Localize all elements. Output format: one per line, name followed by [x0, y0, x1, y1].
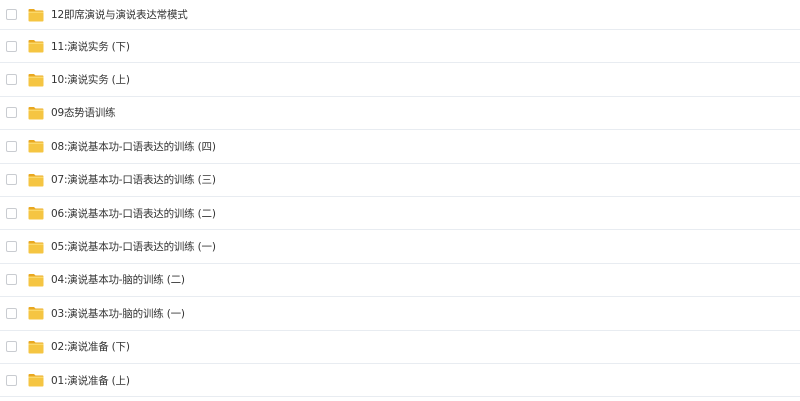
row-checkbox[interactable]: [6, 207, 17, 219]
file-row[interactable]: 12即席演说与演说表达常模式: [0, 0, 800, 30]
file-row[interactable]: 02:演说准备 (下): [0, 331, 800, 364]
row-checkbox[interactable]: [6, 9, 17, 20]
file-row[interactable]: 08:演说基本功-口语表达的训练 (四): [0, 130, 800, 164]
folder-icon: [28, 139, 44, 153]
folder-icon: [28, 273, 44, 287]
folder-icon: [28, 206, 44, 220]
file-row[interactable]: 06:演说基本功-口语表达的训练 (二): [0, 197, 800, 231]
file-name-link[interactable]: 03:演说基本功-脑的训练 (一): [51, 306, 185, 321]
file-row[interactable]: 07:演说基本功-口语表达的训练 (三): [0, 164, 800, 197]
file-name-link[interactable]: 08:演说基本功-口语表达的训练 (四): [51, 139, 216, 154]
file-name-link[interactable]: 09态势语训练: [51, 105, 116, 120]
file-row[interactable]: 05:演说基本功-口语表达的训练 (一): [0, 230, 800, 264]
file-name-link[interactable]: 06:演说基本功-口语表达的训练 (二): [51, 206, 216, 221]
row-checkbox[interactable]: [6, 307, 17, 319]
row-checkbox[interactable]: [6, 274, 17, 286]
row-checkbox[interactable]: [6, 74, 17, 86]
file-list: 12即席演说与演说表达常模式 11:演说实务 (下) 10:演说实务 (上) 09态势…: [0, 0, 800, 401]
file-name-link[interactable]: 11:演说实务 (下): [51, 39, 130, 54]
file-row[interactable]: 11:演说实务 (下): [0, 30, 800, 64]
file-name-link[interactable]: 12即席演说与演说表达常模式: [51, 7, 188, 22]
file-row[interactable]: 09态势语训练: [0, 97, 800, 131]
file-name-link[interactable]: 01:演说准备 (上): [51, 373, 130, 388]
folder-icon: [28, 240, 44, 254]
folder-icon: [28, 173, 44, 187]
folder-icon: [28, 340, 44, 354]
file-name-link[interactable]: 10:演说实务 (上): [51, 72, 130, 87]
row-checkbox[interactable]: [6, 341, 17, 353]
file-name-link[interactable]: 05:演说基本功-口语表达的训练 (一): [51, 239, 216, 254]
folder-icon: [28, 373, 44, 387]
folder-icon: [28, 8, 44, 22]
folder-icon: [28, 73, 44, 87]
row-checkbox[interactable]: [6, 40, 17, 52]
row-checkbox[interactable]: [6, 140, 17, 152]
row-checkbox[interactable]: [6, 107, 17, 119]
file-row[interactable]: 01:演说准备 (上): [0, 364, 800, 398]
file-name-link[interactable]: 07:演说基本功-口语表达的训练 (三): [51, 172, 216, 187]
row-checkbox[interactable]: [6, 174, 17, 186]
file-name-link[interactable]: 04:演说基本功-脑的训练 (二): [51, 272, 185, 287]
folder-icon: [28, 39, 44, 53]
row-checkbox[interactable]: [6, 241, 17, 253]
folder-icon: [28, 306, 44, 320]
file-name-link[interactable]: 02:演说准备 (下): [51, 339, 130, 354]
file-row[interactable]: 10:演说实务 (上): [0, 63, 800, 97]
file-row[interactable]: 03:演说基本功-脑的训练 (一): [0, 297, 800, 331]
row-checkbox[interactable]: [6, 374, 17, 386]
folder-icon: [28, 106, 44, 120]
file-row[interactable]: 04:演说基本功-脑的训练 (二): [0, 264, 800, 298]
